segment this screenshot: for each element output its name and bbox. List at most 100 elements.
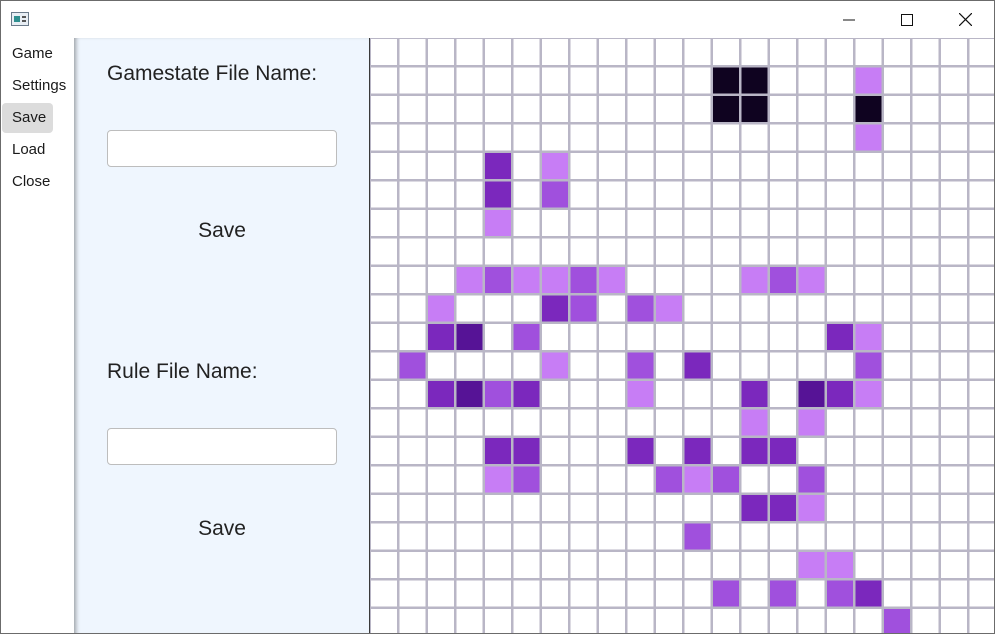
grid-cell[interactable]: [428, 39, 454, 65]
grid-cell[interactable]: [599, 124, 625, 151]
grid-cell[interactable]: [684, 295, 711, 322]
grid-cell[interactable]: [884, 124, 910, 151]
grid-cell[interactable]: [570, 352, 597, 379]
grid-cell[interactable]: [599, 352, 625, 379]
grid-cell[interactable]: [798, 181, 825, 208]
grid-cell[interactable]: [513, 552, 540, 578]
grid-cell[interactable]: [371, 267, 397, 293]
grid-cell[interactable]: [627, 580, 654, 607]
grid-cell[interactable]: [456, 96, 483, 122]
grid-cell[interactable]: [798, 238, 825, 265]
grid-cell[interactable]: [827, 523, 853, 550]
title-bar[interactable]: [1, 1, 994, 38]
grid-cell[interactable]: [428, 67, 454, 94]
menu-item-load[interactable]: Load: [2, 135, 53, 165]
grid-cell[interactable]: [713, 67, 739, 94]
grid-cell[interactable]: [855, 67, 882, 94]
grid-cell[interactable]: [798, 153, 825, 179]
grid-cell[interactable]: [428, 495, 454, 521]
grid-cell[interactable]: [513, 96, 540, 122]
grid-cell[interactable]: [684, 381, 711, 407]
grid-cell[interactable]: [855, 381, 882, 407]
grid-cell[interactable]: [969, 124, 995, 151]
grid-cell[interactable]: [456, 552, 483, 578]
grid-cell[interactable]: [428, 267, 454, 293]
grid-cell[interactable]: [941, 124, 967, 151]
grid-cell[interactable]: [912, 238, 939, 265]
grid-cell[interactable]: [627, 238, 654, 265]
grid-cell[interactable]: [456, 381, 483, 407]
grid-cell[interactable]: [656, 295, 682, 322]
grid-cell[interactable]: [542, 609, 568, 634]
grid-cell[interactable]: [570, 267, 597, 293]
grid-cell[interactable]: [827, 267, 853, 293]
grid-cell[interactable]: [941, 153, 967, 179]
grid-cell[interactable]: [741, 181, 768, 208]
grid-cell[interactable]: [798, 96, 825, 122]
grid-cell[interactable]: [513, 523, 540, 550]
grid-cell[interactable]: [485, 495, 511, 521]
grid-cell[interactable]: [399, 295, 426, 322]
grid-cell[interactable]: [884, 324, 910, 350]
grid-cell[interactable]: [428, 238, 454, 265]
grid-cell[interactable]: [855, 466, 882, 493]
grid-cell[interactable]: [941, 181, 967, 208]
grid-cell[interactable]: [941, 409, 967, 436]
grid-cell[interactable]: [485, 295, 511, 322]
grid-cell[interactable]: [371, 381, 397, 407]
grid-cell[interactable]: [428, 181, 454, 208]
grid-cell[interactable]: [542, 295, 568, 322]
grid-cell[interactable]: [770, 181, 796, 208]
grid-cell[interactable]: [542, 381, 568, 407]
grid-cell[interactable]: [713, 523, 739, 550]
grid-cell[interactable]: [371, 324, 397, 350]
grid-cell[interactable]: [684, 238, 711, 265]
grid-cell[interactable]: [570, 238, 597, 265]
grid-cell[interactable]: [399, 238, 426, 265]
grid-cell[interactable]: [969, 210, 995, 236]
grid-cell[interactable]: [884, 67, 910, 94]
grid-cell[interactable]: [912, 153, 939, 179]
grid-cell[interactable]: [513, 39, 540, 65]
grid-cell[interactable]: [542, 580, 568, 607]
grid-cell[interactable]: [599, 295, 625, 322]
grid-cell[interactable]: [969, 438, 995, 464]
grid-cell[interactable]: [599, 153, 625, 179]
grid-cell[interactable]: [485, 124, 511, 151]
grid-cell[interactable]: [513, 409, 540, 436]
grid-cell[interactable]: [627, 523, 654, 550]
grid-cell[interactable]: [656, 153, 682, 179]
grid-cell[interactable]: [912, 96, 939, 122]
grid-cell[interactable]: [399, 153, 426, 179]
grid-cell[interactable]: [798, 124, 825, 151]
grid-cell[interactable]: [741, 466, 768, 493]
save-rule-button[interactable]: Save: [107, 511, 337, 547]
grid-cell[interactable]: [855, 609, 882, 634]
grid-cell[interactable]: [570, 381, 597, 407]
grid-cell[interactable]: [542, 324, 568, 350]
grid-cell[interactable]: [969, 67, 995, 94]
grid-cell[interactable]: [399, 381, 426, 407]
grid-cell[interactable]: [770, 552, 796, 578]
grid-cell[interactable]: [627, 466, 654, 493]
grid-cell[interactable]: [656, 210, 682, 236]
grid-cell[interactable]: [798, 409, 825, 436]
grid-cell[interactable]: [941, 495, 967, 521]
grid-cell[interactable]: [456, 609, 483, 634]
grid-cell[interactable]: [399, 352, 426, 379]
grid-cell[interactable]: [770, 580, 796, 607]
grid-cell[interactable]: [741, 523, 768, 550]
grid-cell[interactable]: [656, 609, 682, 634]
grid-cell[interactable]: [770, 466, 796, 493]
grid-cell[interactable]: [827, 96, 853, 122]
grid-cell[interactable]: [627, 438, 654, 464]
grid-cell[interactable]: [485, 324, 511, 350]
grid-cell[interactable]: [371, 39, 397, 65]
grid-cell[interactable]: [371, 238, 397, 265]
grid-cell[interactable]: [428, 466, 454, 493]
grid-cell[interactable]: [513, 210, 540, 236]
grid-cell[interactable]: [485, 466, 511, 493]
grid-cell[interactable]: [627, 124, 654, 151]
grid-cell[interactable]: [684, 39, 711, 65]
grid-cell[interactable]: [969, 466, 995, 493]
